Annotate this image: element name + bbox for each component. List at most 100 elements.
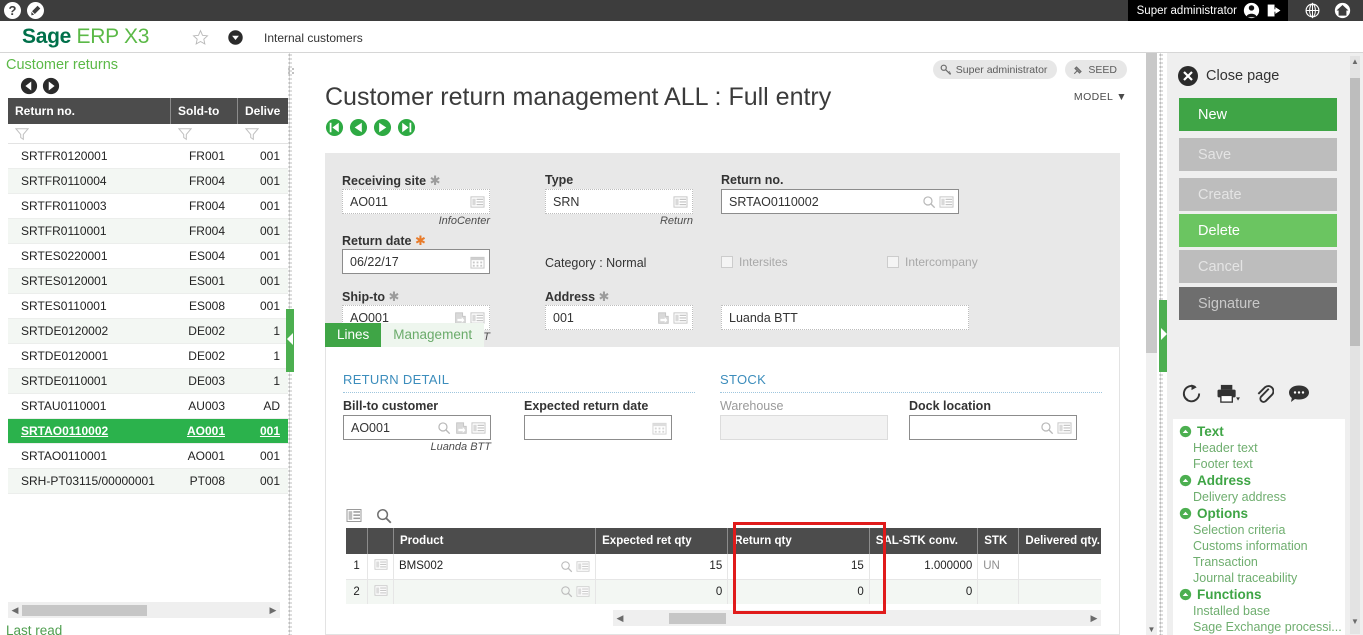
table-row[interactable]: SRTDE0120002 DE002 1 bbox=[8, 319, 288, 344]
type-input[interactable]: SRN bbox=[545, 189, 693, 214]
attachment-icon[interactable] bbox=[1255, 383, 1274, 404]
table-row[interactable]: SRTDE0120001 DE002 1 bbox=[8, 344, 288, 369]
selection-list-icon[interactable] bbox=[576, 585, 590, 598]
logout-icon[interactable] bbox=[1266, 2, 1283, 19]
grid-cell-product[interactable] bbox=[393, 579, 597, 604]
sage-logo[interactable]: Sage ERP X3 bbox=[22, 25, 149, 49]
scrollbar-thumb[interactable] bbox=[1350, 78, 1360, 346]
signature-button[interactable]: Signature bbox=[1179, 287, 1337, 320]
magnifier-lookup-icon[interactable] bbox=[922, 195, 936, 209]
selection-list-icon[interactable] bbox=[939, 195, 954, 209]
row-menu-icon[interactable] bbox=[374, 558, 388, 571]
link-group-item[interactable]: Selection criteria bbox=[1173, 522, 1345, 538]
print-icon[interactable] bbox=[1216, 383, 1241, 404]
grid-column-header[interactable]: Delivered qty. bbox=[1018, 528, 1101, 554]
grid-list-icon[interactable] bbox=[346, 508, 362, 523]
comment-icon[interactable] bbox=[1288, 384, 1310, 404]
calendar-icon[interactable] bbox=[470, 255, 485, 269]
intercompany-checkbox[interactable] bbox=[887, 256, 899, 268]
dock-location-input[interactable] bbox=[909, 415, 1077, 440]
table-row[interactable]: SRTFR0110003 FR004 001 bbox=[8, 194, 288, 219]
previous-arrow-icon[interactable] bbox=[20, 77, 38, 95]
grid-row-menu-cell[interactable] bbox=[367, 579, 395, 604]
user-session-block[interactable]: Super administrator bbox=[1127, 0, 1288, 21]
link-group-item[interactable]: Sage Exchange processi... bbox=[1173, 619, 1345, 635]
intercompany-checkbox-row[interactable]: Intercompany bbox=[887, 255, 978, 269]
refresh-icon[interactable] bbox=[1181, 383, 1202, 404]
grid-column-header[interactable]: Return qty bbox=[727, 528, 870, 554]
scrollbar-thumb[interactable] bbox=[669, 612, 726, 624]
filter-funnel-icon[interactable] bbox=[245, 127, 259, 141]
link-group-item[interactable]: Installed base bbox=[1173, 603, 1345, 619]
left-panel-horizontal-scrollbar[interactable]: ◀ ▶ bbox=[8, 602, 280, 618]
link-group-header[interactable]: Text bbox=[1173, 423, 1345, 440]
first-record-icon[interactable] bbox=[325, 118, 344, 137]
selection-list-icon[interactable] bbox=[470, 195, 485, 209]
grid-cell-expected-ret-qty[interactable]: 0 bbox=[595, 579, 729, 604]
question-mark-icon[interactable]: ? bbox=[4, 2, 21, 19]
column-header-sold-to[interactable]: Sold-to bbox=[171, 98, 238, 124]
grid-cell-return-qty[interactable]: 0 bbox=[727, 579, 870, 604]
filter-cell-delivery[interactable] bbox=[238, 124, 288, 144]
table-row[interactable]: SRH-PT03115/00000001 PT008 001 bbox=[8, 469, 288, 494]
table-row[interactable]: SRTES0120001 ES001 001 bbox=[8, 269, 288, 294]
scroll-left-arrow-icon[interactable]: ◀ bbox=[613, 613, 627, 624]
table-row[interactable]: SRTAO0110002 AO001 001 bbox=[8, 419, 288, 444]
selection-list-icon[interactable] bbox=[471, 421, 486, 435]
create-button[interactable]: Create bbox=[1179, 178, 1337, 211]
filter-funnel-icon[interactable] bbox=[178, 127, 192, 141]
new-button[interactable]: New bbox=[1179, 98, 1337, 131]
intersites-checkbox-row[interactable]: Intersites bbox=[721, 255, 788, 269]
magnifier-lookup-icon[interactable] bbox=[1040, 421, 1054, 435]
table-row[interactable]: SRTES0220001 ES004 001 bbox=[8, 244, 288, 269]
address-name-input[interactable]: Luanda BTT bbox=[721, 305, 969, 330]
filter-cell-return-no[interactable] bbox=[8, 124, 171, 144]
intersites-checkbox[interactable] bbox=[721, 256, 733, 268]
globe-target-icon[interactable] bbox=[1304, 2, 1321, 19]
column-header-return-no[interactable]: Return no. bbox=[8, 98, 171, 124]
model-selector[interactable]: MODEL ▼ bbox=[1074, 91, 1127, 103]
grid-column-header[interactable] bbox=[367, 528, 395, 554]
grid-column-header[interactable]: SAL-STK conv. bbox=[869, 528, 979, 554]
row-menu-icon[interactable] bbox=[374, 584, 388, 597]
paintbrush-icon[interactable] bbox=[27, 2, 44, 19]
badge-user[interactable]: Super administrator bbox=[932, 60, 1058, 79]
grid-horizontal-scrollbar[interactable]: ◀ ▶ bbox=[613, 610, 1101, 626]
breadcrumb[interactable]: Internal customers bbox=[264, 31, 363, 45]
expected-return-date-input[interactable] bbox=[524, 415, 672, 440]
calendar-icon[interactable] bbox=[652, 421, 667, 435]
grid-column-header[interactable]: Product bbox=[393, 528, 597, 554]
badge-folder[interactable]: SEED bbox=[1065, 60, 1127, 79]
grid-cell-return-qty[interactable]: 15 bbox=[727, 554, 870, 580]
next-record-icon[interactable] bbox=[373, 118, 392, 137]
jump-to-record-icon[interactable] bbox=[454, 421, 468, 435]
link-group-item[interactable]: Header text bbox=[1173, 440, 1345, 456]
scroll-right-arrow-icon[interactable]: ▶ bbox=[266, 605, 280, 616]
right-panel-vertical-scrollbar[interactable]: ▲ ▼ bbox=[1350, 56, 1360, 634]
collapse-circle-icon[interactable] bbox=[1179, 588, 1192, 601]
tab-management[interactable]: Management bbox=[381, 323, 485, 347]
link-group-item[interactable]: Transaction bbox=[1173, 554, 1345, 570]
delete-button[interactable]: Delete bbox=[1179, 214, 1337, 247]
selection-list-icon[interactable] bbox=[673, 311, 688, 325]
link-group-header[interactable]: Functions bbox=[1173, 586, 1345, 603]
selection-list-icon[interactable] bbox=[673, 195, 688, 209]
link-group-header[interactable]: Address bbox=[1173, 472, 1345, 489]
magnifier-lookup-icon[interactable] bbox=[437, 421, 451, 435]
close-page-button[interactable]: Close page bbox=[1177, 65, 1279, 87]
home-icon[interactable] bbox=[1334, 2, 1351, 19]
table-row[interactable]: SRTFR0110004 FR004 001 bbox=[8, 169, 288, 194]
favorite-star-icon[interactable] bbox=[192, 29, 209, 46]
table-row[interactable]: SRTFR0110001 FR004 001 bbox=[8, 219, 288, 244]
table-row[interactable]: SRTFR0120001 FR001 001 bbox=[8, 144, 288, 169]
bill-to-customer-input[interactable]: AO001 bbox=[343, 415, 491, 440]
grid-column-header[interactable] bbox=[346, 528, 369, 554]
scroll-right-arrow-icon[interactable]: ▶ bbox=[1087, 613, 1101, 624]
chevron-down-circle-icon[interactable] bbox=[227, 29, 244, 46]
return-date-input[interactable]: 06/22/17 bbox=[342, 249, 490, 274]
grid-row[interactable]: 2000 bbox=[346, 579, 1101, 604]
table-row[interactable]: SRTAU0110001 AU003 AD bbox=[8, 394, 288, 419]
scroll-left-arrow-icon[interactable]: ◀ bbox=[8, 605, 22, 616]
grid-cell-sal-stk-conv[interactable]: 0 bbox=[869, 579, 979, 604]
selection-list-icon[interactable] bbox=[1057, 421, 1072, 435]
